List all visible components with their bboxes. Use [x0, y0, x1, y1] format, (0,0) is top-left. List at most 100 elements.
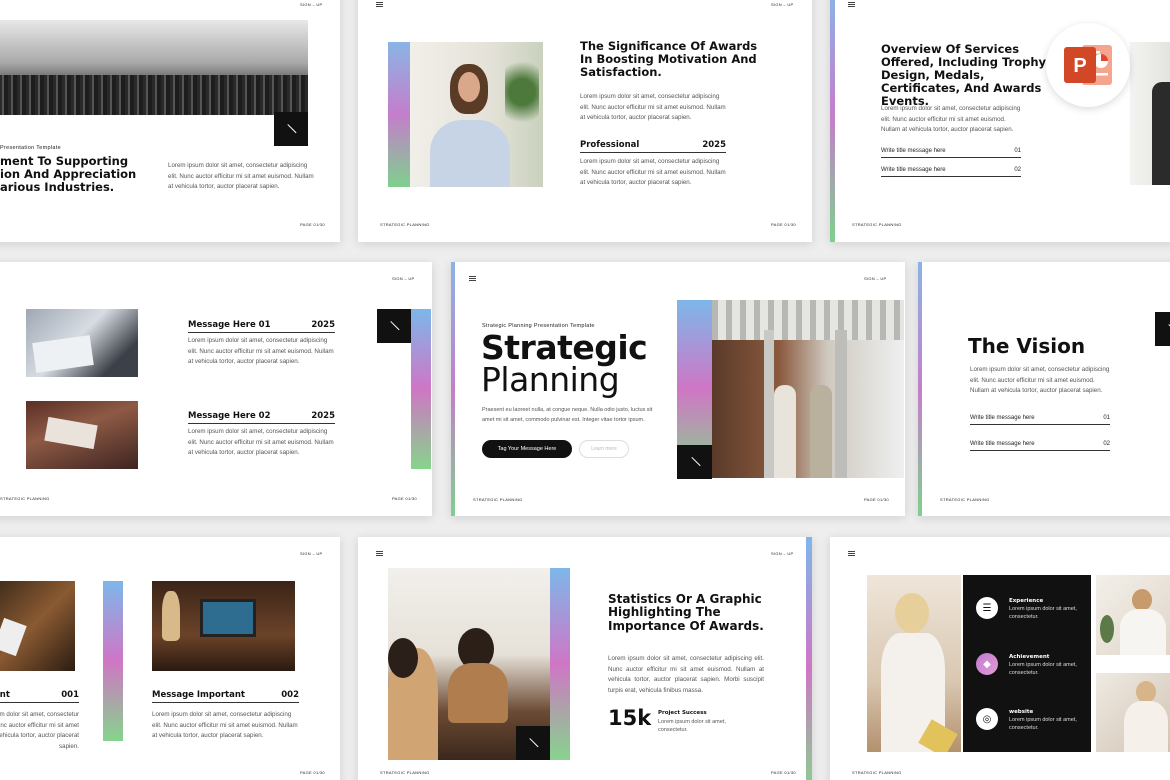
globe-icon: ◎ [976, 708, 998, 730]
feature-description: Lorem ipsum dolor sit amet, consectetur. [1009, 662, 1077, 676]
footer-label: STRATEGIC PLANNING [380, 770, 430, 775]
row-year: 2025 [702, 140, 726, 150]
feature-title: website [1009, 709, 1034, 715]
sign-up-label: SIGN – UP [300, 551, 323, 556]
page-number: PAGE 01/30 [392, 496, 417, 501]
stat-description: Lorem ipsum dolor sit amet, consectetur. [658, 719, 726, 733]
footer-label: STRATEGIC PLANNING [852, 222, 902, 227]
message-row-2: Message Here 02 2025 [188, 411, 335, 424]
menu-icon[interactable] [376, 551, 383, 556]
meeting-table-photo [26, 401, 138, 469]
slide-thumbnail-4[interactable]: SIGN – UP Message Here 01 2025 Lorem ips… [0, 262, 432, 516]
message-row-1: Message Here 01 2025 [188, 320, 335, 333]
feature-title: Achievement [1009, 654, 1050, 660]
list-icon: ☰ [976, 597, 998, 619]
message-year: 2025 [311, 411, 335, 421]
title-line-1[interactable]: Write title message here 01 [970, 415, 1110, 425]
slide-thumbnail-main[interactable]: SIGN – UP Strategic Planning Presentatio… [451, 262, 905, 516]
sign-up-label: SIGN – UP [300, 2, 323, 7]
important-row-1: tant 001 [0, 690, 79, 703]
important-title: tant [0, 690, 10, 700]
page-number: PAGE 01/30 [864, 497, 889, 502]
gradient-bar [103, 581, 123, 741]
footer-label: STRATEGIC PLANNING [473, 497, 523, 502]
slide-thumbnail-2[interactable]: SIGN – UP The Significance Of Awards In … [358, 0, 812, 242]
body-text: Lorem ipsum dolor sit amet, consectetur … [580, 158, 726, 186]
title-line-2[interactable]: Write title message here 02 [881, 167, 1021, 177]
menu-icon[interactable] [469, 276, 476, 281]
title-line-1[interactable]: Write title message here 01 [881, 148, 1021, 158]
important-row-2: Message Important 002 [152, 690, 299, 703]
arrow-icon[interactable] [1155, 312, 1170, 346]
body-text: Lorem ipsum dolor sit amet, consectetur … [168, 162, 314, 190]
desk-photo [0, 581, 75, 671]
primary-button-label: Tag Your Message Here [497, 446, 557, 452]
body-text: Lorem ipsum dolor sit amet, consectetur … [188, 428, 334, 456]
body-text: Lorem ipsum dolor sit amet, consectetur … [152, 711, 298, 739]
business-photo [1130, 42, 1170, 185]
stat-label: Project Success [658, 710, 707, 716]
primary-button[interactable]: Tag Your Message Here [482, 440, 572, 458]
city-skyline-photo [0, 20, 308, 115]
important-title: Message Important [152, 690, 245, 700]
menu-icon[interactable] [376, 2, 383, 7]
woman-phone-photo [867, 575, 961, 752]
slide-thumbnail-6[interactable]: The Vision Lorem ipsum dolor sit amet, c… [918, 262, 1170, 516]
gradient-edge [806, 537, 812, 780]
line-number: 02 [1014, 167, 1021, 173]
message-title: Message Here 01 [188, 320, 271, 330]
arrow-icon[interactable] [516, 726, 550, 760]
slide-thumbnail-9[interactable]: ☰ Experience Lorem ipsum dolor sit amet,… [830, 537, 1170, 780]
slide-thumbnail-8[interactable]: SIGN – UP Statistics Or A Graphic Highli… [358, 537, 812, 780]
page-number: PAGE 01/30 [300, 222, 325, 227]
footer-label: STRATEGIC PLANNING [0, 496, 50, 501]
body-text: Lorem ipsum dolor sit amet, consectetur … [608, 655, 764, 694]
secondary-button[interactable]: Learn more [579, 440, 629, 458]
business-newspaper-photo [26, 309, 138, 377]
important-number: 001 [61, 690, 79, 700]
sign-up-label: SIGN – UP [771, 551, 794, 556]
line-number: 02 [1103, 441, 1110, 447]
menu-icon[interactable] [848, 2, 855, 7]
feature-description: Lorem ipsum dolor sit amet, consectetur. [1009, 717, 1077, 731]
line-label: Write title message here [970, 415, 1035, 421]
sign-up-label: SIGN – UP [864, 276, 887, 281]
arrow-icon[interactable] [677, 445, 712, 479]
line-label: Write title message here [881, 148, 946, 154]
body-text: Praesent eu laoreet nulla, at congue neq… [482, 407, 653, 423]
line-label: Write title message here [970, 441, 1035, 447]
title-line-2[interactable]: Write title message here 02 [970, 441, 1110, 451]
features-panel: ☰ Experience Lorem ipsum dolor sit amet,… [963, 575, 1091, 752]
message-title: Message Here 02 [188, 411, 271, 421]
menu-icon[interactable] [848, 551, 855, 556]
page-number: PAGE 01/30 [771, 222, 796, 227]
feature-title: Experience [1009, 598, 1044, 604]
row-label: Professional [580, 140, 640, 150]
line-number: 01 [1014, 148, 1021, 154]
message-year: 2025 [311, 320, 335, 330]
slide-heading: The Vision [968, 334, 1086, 358]
gradient-bar [411, 309, 431, 469]
slide-thumbnail-7[interactable]: SIGN – UP tant 001 Lorem ipsum dolor sit… [0, 537, 340, 780]
line-number: 01 [1103, 415, 1110, 421]
body-text: Lorem ipsum dolor sit amet, consectetur … [580, 93, 726, 121]
powerpoint-icon: P [1064, 45, 1112, 85]
gradient-edge [918, 262, 922, 516]
layers-icon: ◆ [976, 653, 998, 675]
woman-window-photo [1096, 673, 1170, 752]
title-planning: Planning [481, 360, 620, 399]
slide-thumbnail-1[interactable]: SIGN – UP Presentation Template ment To … [0, 0, 340, 242]
arrow-icon[interactable] [377, 309, 411, 343]
arrow-icon[interactable] [274, 112, 308, 146]
gradient-bar [550, 568, 570, 760]
slide-kicker: Presentation Template [0, 145, 61, 151]
professional-row: Professional 2025 [580, 140, 726, 153]
feature-description: Lorem ipsum dolor sit amet, consectetur. [1009, 606, 1077, 620]
important-number: 002 [281, 690, 299, 700]
footer-label: STRATEGIC PLANNING [852, 770, 902, 775]
gradient-edge [451, 262, 455, 516]
woman-portrait-photo [410, 42, 543, 187]
body-text: Lorem ipsum dolor sit amet, consectetur … [188, 337, 334, 365]
sign-up-label: SIGN – UP [771, 2, 794, 7]
laptop-photo [152, 581, 295, 671]
